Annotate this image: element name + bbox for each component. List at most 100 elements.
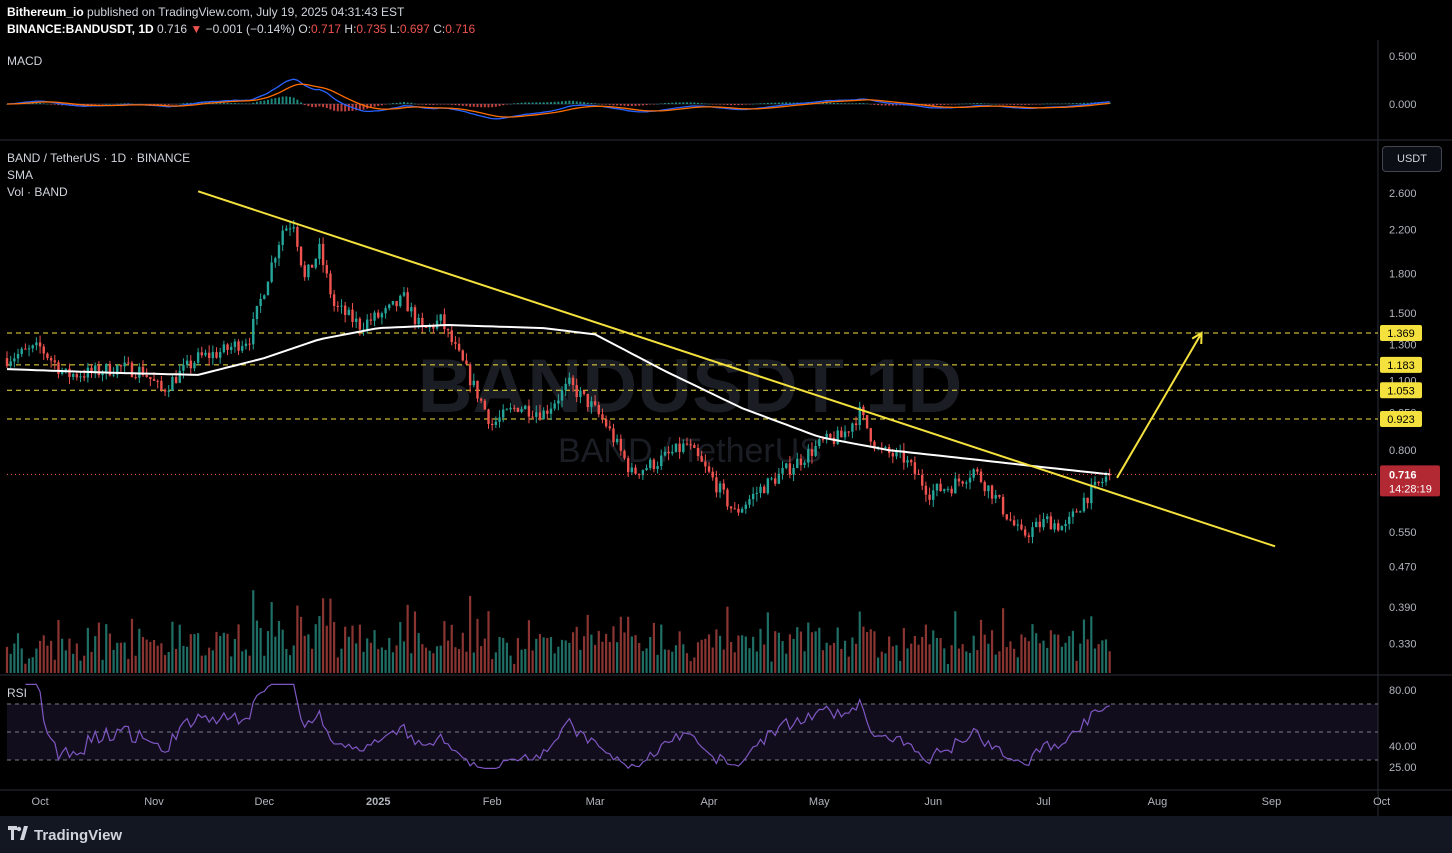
candle-body: [310, 264, 314, 268]
volume-bar: [138, 628, 141, 673]
candle-body: [913, 462, 917, 474]
volume-bar: [616, 642, 619, 673]
volume-bar: [417, 633, 420, 673]
volume-bar: [384, 649, 387, 673]
volume-bar: [443, 621, 446, 673]
macd-hist-bar: [619, 104, 622, 106]
volume-bar: [457, 649, 461, 673]
volume-bar: [1060, 646, 1063, 673]
rsi-legend[interactable]: RSI: [7, 686, 27, 700]
macd-hist-bar: [237, 103, 240, 104]
volume-bar: [656, 654, 659, 673]
candle-body: [715, 477, 718, 493]
rsi-tick-label: 80.00: [1389, 685, 1417, 697]
macd-hist-bar: [436, 104, 439, 105]
candle-body: [516, 407, 520, 412]
last-price: 0.716: [157, 22, 188, 36]
macd-hist-bar: [932, 104, 935, 106]
macd-hist-bar: [561, 101, 564, 104]
volume-bar: [204, 655, 207, 673]
candle-body: [461, 350, 464, 361]
down-arrow-icon: ▼: [190, 22, 203, 36]
candle-body: [774, 478, 777, 484]
volume-bar: [722, 649, 725, 673]
macd-hist-bar: [509, 103, 512, 105]
candle-body: [207, 352, 211, 359]
time-tick-label: Aug: [1148, 796, 1168, 808]
volume-bar: [627, 616, 630, 673]
macd-hist-bar: [116, 103, 119, 105]
candle-body: [325, 265, 328, 274]
sma-legend[interactable]: SMA: [7, 168, 33, 182]
currency-button[interactable]: USDT: [1382, 146, 1442, 172]
macd-hist-bar: [472, 104, 475, 107]
time-tick-label: May: [809, 796, 830, 808]
publish-info: Bithereum_io published on TradingView.co…: [7, 5, 404, 19]
tradingview-logo[interactable]: TradingView: [8, 826, 122, 844]
macd-hist-bar: [943, 104, 946, 105]
macd-legend[interactable]: MACD: [7, 54, 42, 68]
chart-canvas[interactable]: BANDUSDT 1DBAND / TetherUS2.6002.2001.80…: [0, 0, 1452, 853]
candle-body: [377, 312, 380, 318]
candle-body: [97, 365, 101, 376]
publisher-name[interactable]: Bithereum_io: [7, 5, 84, 19]
candle-body: [1075, 511, 1078, 513]
candle-body: [1071, 511, 1075, 517]
volume-bar: [674, 645, 678, 673]
candle-body: [593, 401, 597, 406]
volume-bar: [219, 636, 222, 673]
candle-body: [277, 244, 281, 259]
candle-body: [575, 385, 578, 398]
volume-bar: [277, 620, 281, 673]
macd-hist-bar: [303, 104, 306, 106]
candle-body: [479, 398, 483, 401]
main-legend[interactable]: BAND / TetherUS · 1D · BINANCE: [7, 151, 190, 165]
volume-bar: [369, 642, 372, 673]
volume-bar: [840, 648, 843, 673]
macd-hist-bar: [439, 104, 442, 105]
macd-hist-bar: [531, 102, 534, 104]
volume-bar: [380, 647, 384, 673]
candle-body: [762, 486, 766, 494]
volume-bar: [869, 629, 872, 673]
candle-body: [645, 467, 648, 471]
volume-bar: [851, 637, 854, 673]
candle-body: [233, 341, 237, 347]
candle-body: [49, 358, 53, 361]
macd-hist-bar: [564, 100, 567, 104]
level-label: 1.369: [1387, 328, 1415, 340]
volume-bar: [1016, 657, 1019, 673]
volume-bar: [344, 626, 347, 673]
macd-hist-bar: [638, 104, 641, 106]
candle-body: [1012, 520, 1016, 526]
volume-bar: [796, 627, 799, 673]
volume-bar: [1075, 660, 1078, 673]
volume-bar: [777, 632, 780, 673]
macd-hist-bar: [840, 103, 843, 104]
volume-bar: [520, 649, 523, 673]
macd-hist-bar: [1079, 103, 1082, 104]
candle-body: [946, 488, 950, 490]
candle-body: [443, 314, 446, 330]
candle-body: [119, 365, 123, 367]
macd-hist-bar: [708, 103, 711, 105]
candle-body: [380, 313, 384, 318]
candle-body: [634, 467, 637, 474]
candle-body: [829, 433, 832, 438]
volume-bar: [171, 621, 174, 673]
candle-body: [704, 461, 707, 467]
volume-bar: [152, 639, 156, 673]
macd-hist-bar: [741, 104, 744, 105]
volume-bar: [711, 647, 714, 673]
macd-hist-bar: [469, 104, 472, 107]
candle-body: [1034, 521, 1038, 528]
volume-legend[interactable]: Vol · BAND: [7, 185, 68, 199]
volume-bar: [619, 616, 622, 673]
macd-hist-bar: [656, 103, 659, 105]
rsi-tick-label: 40.00: [1389, 741, 1417, 753]
candle-body: [314, 258, 317, 268]
candle-body: [130, 362, 134, 378]
candle-body: [972, 469, 975, 478]
candle-body: [189, 360, 192, 369]
volume-bar: [1049, 630, 1052, 673]
